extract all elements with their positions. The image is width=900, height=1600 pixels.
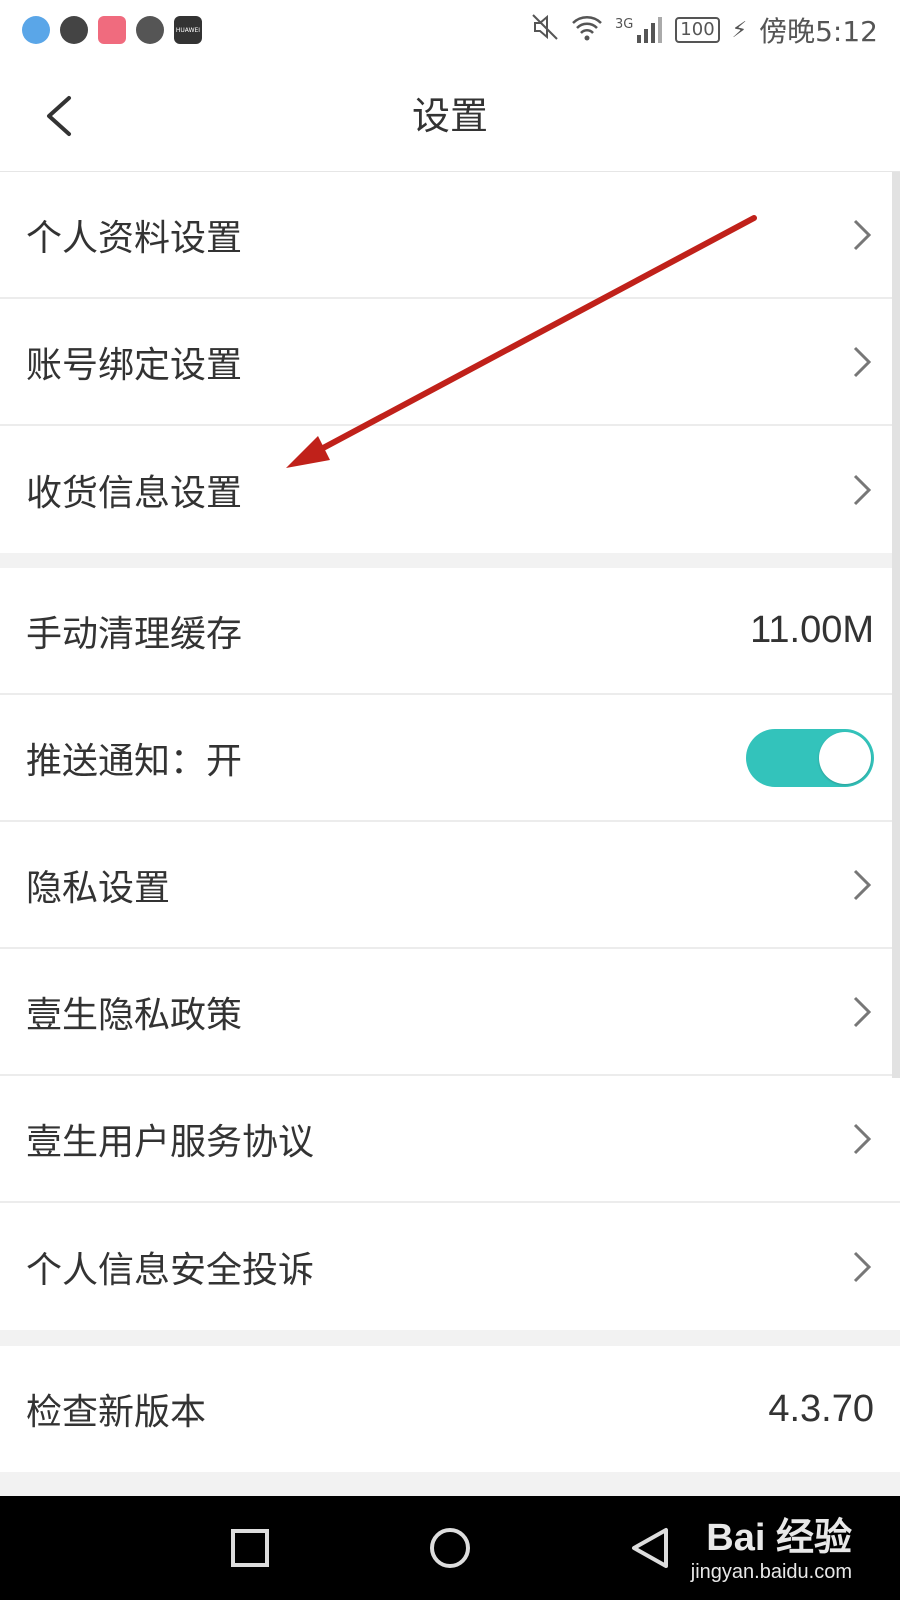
- message-icon: [60, 16, 88, 44]
- row-label: 收货信息设置: [26, 472, 243, 514]
- system-nav-bar: Bai 经验 jingyan.baidu.com: [0, 1496, 900, 1600]
- charging-icon: ⚡: [731, 17, 748, 43]
- row-push-notification: 推送通知：开: [0, 695, 900, 822]
- row-check-version[interactable]: 检查新版本 4.3.70: [0, 1346, 900, 1472]
- baidu-watermark: Bai 经验 jingyan.baidu.com: [691, 1506, 852, 1584]
- version-section: 检查新版本 4.3.70: [0, 1346, 900, 1472]
- row-label: 隐私设置: [26, 867, 171, 909]
- profile-settings-section: 个人资料设置 账号绑定设置 收货信息设置: [0, 172, 900, 553]
- chevron-right-icon: [850, 994, 874, 1030]
- back-nav-button[interactable]: [622, 1520, 678, 1576]
- row-label: 壹生用户服务协议: [26, 1121, 315, 1163]
- browser-icon: [22, 16, 50, 44]
- square-icon: [231, 1529, 269, 1567]
- huawei-store-icon: HUAWEI: [174, 16, 202, 44]
- huawei-label: HUAWEI: [175, 26, 201, 34]
- chevron-right-icon: [850, 217, 874, 253]
- home-button[interactable]: [422, 1520, 478, 1576]
- scrollbar[interactable]: [892, 172, 900, 1078]
- circle-icon: [430, 1528, 470, 1568]
- notification-icons: HUAWEI: [22, 16, 202, 44]
- row-label: 个人资料设置: [26, 217, 243, 259]
- push-notification-toggle[interactable]: [746, 728, 874, 787]
- navigation-header: 设置: [0, 60, 900, 172]
- row-label: 手动清理缓存: [26, 613, 243, 655]
- watermark-main: Bai 经验: [706, 1517, 852, 1559]
- cache-size: 11.00M: [750, 609, 874, 651]
- general-settings-section: 手动清理缓存 11.00M 推送通知：开 隐私设置 壹生隐私政策 壹生用户服务协…: [0, 568, 900, 1330]
- chevron-right-icon: [850, 344, 874, 380]
- wallet-icon: [98, 16, 126, 44]
- chevron-right-icon: [850, 472, 874, 508]
- row-clear-cache[interactable]: 手动清理缓存 11.00M: [0, 568, 900, 695]
- row-label: 壹生隐私政策: [26, 994, 243, 1036]
- row-label: 个人信息安全投诉: [26, 1249, 315, 1291]
- hand-icon: [136, 16, 164, 44]
- row-security-complaint[interactable]: 个人信息安全投诉: [0, 1203, 900, 1330]
- status-bar: HUAWEI 3G 100 ⚡ 傍晚5:12: [0, 0, 900, 60]
- chevron-right-icon: [850, 1249, 874, 1285]
- row-account-binding[interactable]: 账号绑定设置: [0, 299, 900, 426]
- triangle-back-icon: [632, 1528, 668, 1568]
- recents-button[interactable]: [222, 1520, 278, 1576]
- system-indicators: 3G 100 ⚡ 傍晚5:12: [531, 10, 878, 50]
- chevron-right-icon: [850, 867, 874, 903]
- watermark-sub: jingyan.baidu.com: [690, 1561, 852, 1583]
- mute-icon: [531, 13, 559, 48]
- version-number: 4.3.70: [768, 1387, 874, 1430]
- row-label: 推送通知：开: [26, 740, 243, 782]
- network-type: 3G: [614, 17, 634, 32]
- row-label: 检查新版本: [26, 1392, 207, 1433]
- clock: 傍晚5:12: [759, 15, 878, 48]
- battery-indicator: 100: [675, 17, 720, 43]
- row-label: 账号绑定设置: [26, 344, 243, 386]
- chevron-right-icon: [850, 1121, 874, 1157]
- row-profile-settings[interactable]: 个人资料设置: [0, 172, 900, 299]
- row-privacy-settings[interactable]: 隐私设置: [0, 822, 900, 949]
- wifi-icon: [571, 13, 603, 48]
- row-privacy-policy[interactable]: 壹生隐私政策: [0, 949, 900, 1076]
- signal-icon: 3G: [615, 17, 663, 43]
- row-user-agreement[interactable]: 壹生用户服务协议: [0, 1076, 900, 1203]
- toggle-knob: [819, 731, 871, 784]
- row-shipping-info[interactable]: 收货信息设置: [0, 426, 900, 553]
- page-title: 设置: [411, 94, 488, 138]
